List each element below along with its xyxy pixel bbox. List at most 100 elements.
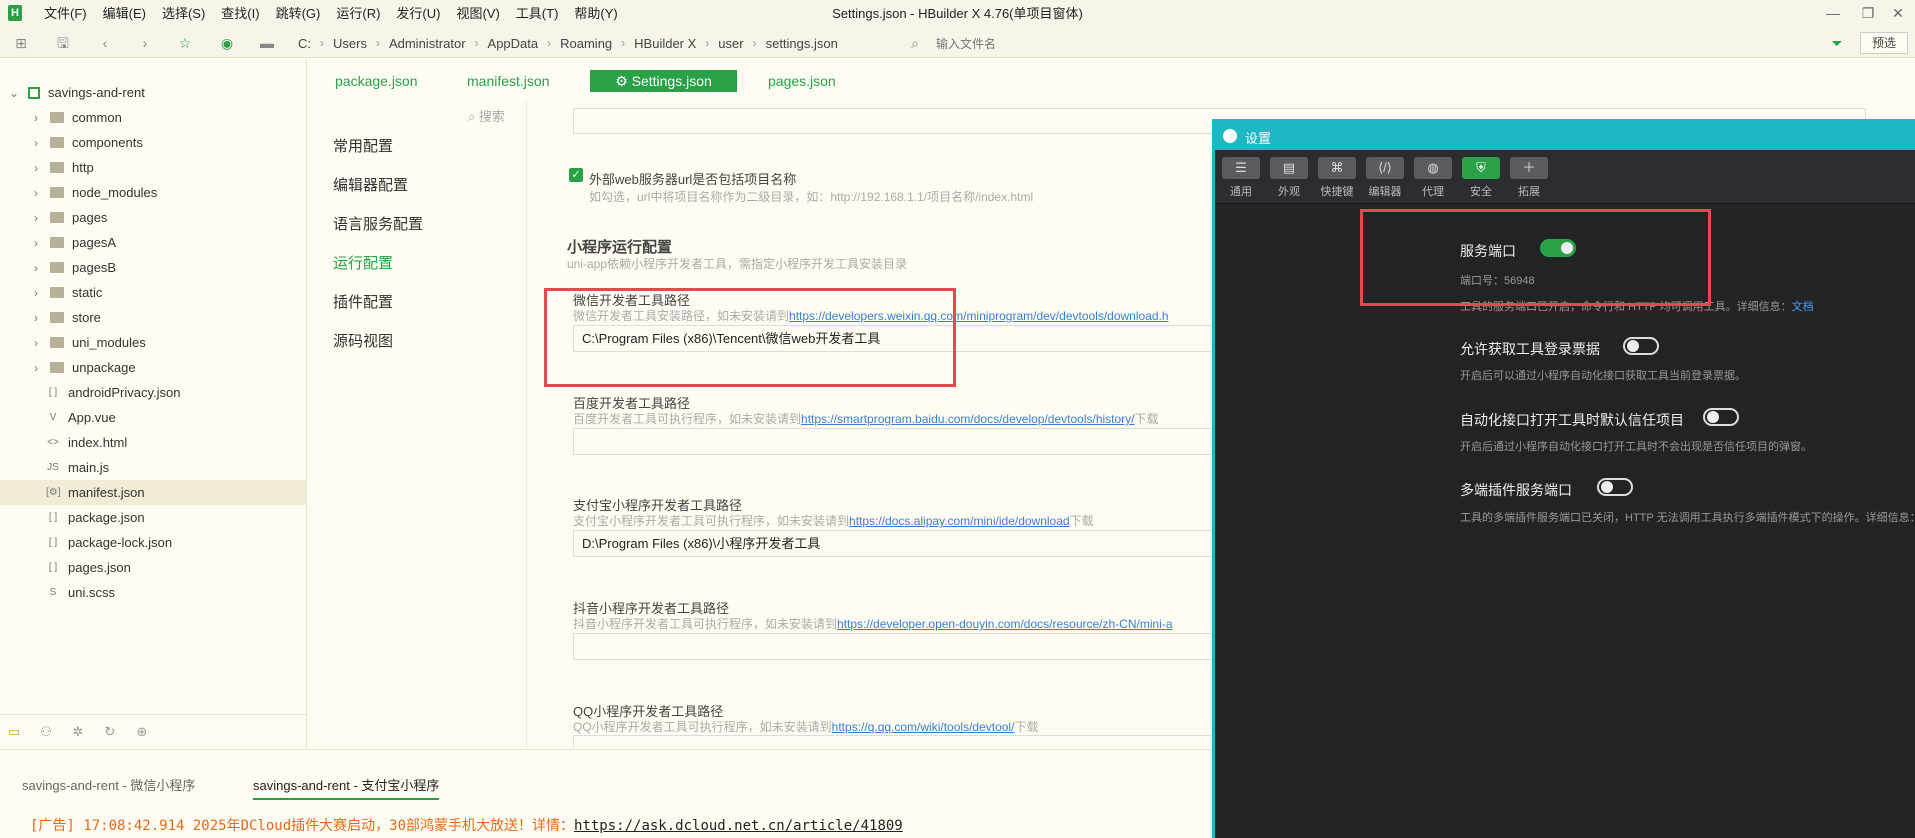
tab-manifest-json[interactable]: manifest.json (467, 70, 549, 92)
tree-folder[interactable]: › static (0, 280, 306, 305)
login-ticket-toggle[interactable] (1623, 337, 1659, 355)
tree-file[interactable]: [ ] package-lock.json (0, 530, 306, 555)
menu-find[interactable]: 查找(I) (213, 0, 267, 28)
settings-search[interactable]: ⌕ 搜索 (468, 106, 505, 125)
tool-extensions[interactable]: ＋ 拓展 (1509, 157, 1549, 199)
tool-appearance[interactable]: ▤ 外观 (1269, 157, 1309, 199)
file-label: index.html (68, 435, 128, 450)
tool-editor[interactable]: ⟨/⟩ 编辑器 (1365, 157, 1405, 199)
baidu-download-link[interactable]: https://smartprogram.baidu.com/docs/deve… (801, 412, 1135, 426)
tree-folder[interactable]: › common (0, 105, 306, 130)
forward-icon[interactable]: › (136, 34, 154, 52)
tree-folder[interactable]: › pages (0, 205, 306, 230)
console-ad-link[interactable]: https://ask.dcloud.net.cn/article/41809 (574, 818, 903, 834)
console-tab-weixin[interactable]: savings-and-rent - 微信小程序 (22, 775, 195, 794)
tree-file[interactable]: [ ] package.json (0, 505, 306, 530)
folder-icon (50, 112, 64, 123)
tab-settings-json[interactable]: ⚙ Settings.json (590, 70, 737, 92)
tree-folder[interactable]: › uni_modules (0, 330, 306, 355)
tree-file[interactable]: V App.vue (0, 405, 306, 430)
file-search-input[interactable] (932, 33, 1812, 54)
minimize-button[interactable]: — (1815, 0, 1851, 28)
nav-source-view[interactable]: 源码视图 (333, 330, 393, 351)
menu-help[interactable]: 帮助(Y) (566, 0, 625, 28)
breadcrumb-item[interactable]: Users (333, 36, 367, 51)
tree-folder[interactable]: › store (0, 305, 306, 330)
chevron-right-icon: › (34, 160, 38, 175)
chevron-right-icon: › (34, 335, 38, 350)
alipay-path-input[interactable]: D:\Program Files (x86)\小程序开发者工具 (573, 530, 1213, 557)
filter-icon[interactable]: ⏷ (1828, 34, 1846, 52)
source-control-icon[interactable]: ↻ (102, 724, 118, 740)
tree-file[interactable]: <> index.html (0, 430, 306, 455)
run-icon[interactable]: ◉ (218, 34, 236, 52)
tool-shortcuts[interactable]: ⌘ 快捷键 (1317, 157, 1357, 199)
alipay-download-link[interactable]: https://docs.alipay.com/mini/ide/downloa… (849, 514, 1070, 528)
baidu-path-input[interactable] (573, 428, 1213, 455)
menu-tools[interactable]: 工具(T) (508, 0, 567, 28)
breadcrumb-item[interactable]: settings.json (766, 36, 838, 51)
file-icon: [ ] (48, 387, 58, 398)
breadcrumb-item[interactable]: AppData (488, 36, 539, 51)
back-icon[interactable]: ‹ (96, 34, 114, 52)
tree-file[interactable]: JS main.js (0, 455, 306, 480)
breadcrumb-item[interactable]: HBuilder X (634, 36, 696, 51)
tree-folder[interactable]: › pagesA (0, 230, 306, 255)
menu-run[interactable]: 运行(R) (328, 0, 388, 28)
explorer-icon[interactable]: ▭ (6, 724, 22, 740)
tree-folder[interactable]: › pagesB (0, 255, 306, 280)
project-root[interactable]: ⌄ savings-and-rent (0, 80, 306, 105)
file-label: main.js (68, 460, 110, 475)
menu-publish[interactable]: 发行(U) (388, 0, 448, 28)
menu-edit[interactable]: 编辑(E) (95, 0, 154, 28)
nav-language-service[interactable]: 语言服务配置 (333, 213, 423, 234)
tool-proxy[interactable]: ◍ 代理 (1413, 157, 1453, 199)
tree-folder[interactable]: › http (0, 155, 306, 180)
nav-run[interactable]: 运行配置 (333, 252, 393, 273)
file-label: package.json (68, 510, 145, 525)
close-button[interactable]: ✕ (1880, 0, 1915, 28)
tree-file[interactable]: Suni.scss (0, 580, 306, 605)
tool-general[interactable]: ☰ 通用 (1221, 157, 1261, 199)
docs-link[interactable]: 文档 (1792, 301, 1814, 313)
new-file-icon[interactable]: ⊞ (12, 34, 30, 52)
tree-folder[interactable]: › unpackage (0, 355, 306, 380)
menu-select[interactable]: 选择(S) (154, 0, 213, 28)
menu-file[interactable]: 文件(F) (36, 0, 95, 28)
include-project-name-checkbox[interactable]: ✓ (569, 168, 583, 182)
tab-pages-json[interactable]: pages.json (768, 70, 836, 92)
tab-package-json[interactable]: package.json (335, 70, 418, 92)
menu-goto[interactable]: 跳转(G) (268, 0, 329, 28)
menu-view[interactable]: 视图(V) (448, 0, 507, 28)
trust-project-toggle[interactable] (1703, 408, 1739, 426)
douyin-download-link[interactable]: https://developer.open-douyin.com/docs/r… (837, 617, 1173, 631)
breadcrumb-item[interactable]: Administrator (389, 36, 466, 51)
extensions-icon[interactable]: ⊕ (134, 724, 150, 740)
tree-file[interactable]: [⚙] manifest.json (0, 480, 306, 505)
tree-folder[interactable]: › components (0, 130, 306, 155)
save-icon[interactable]: 🖫 (54, 34, 72, 52)
breadcrumb-item[interactable]: Roaming (560, 36, 612, 51)
wechat-devtools-icon (1223, 129, 1237, 143)
multi-plugin-port-toggle[interactable] (1597, 478, 1633, 496)
tree-file[interactable]: [ ] androidPrivacy.json (0, 380, 306, 405)
tree-file[interactable]: [ ] pages.json (0, 555, 306, 580)
nav-editor[interactable]: 编辑器配置 (333, 174, 408, 195)
nav-plugin[interactable]: 插件配置 (333, 291, 393, 312)
plugin-icon[interactable]: ⚇ (38, 724, 54, 740)
file-icon: <> (47, 437, 59, 448)
login-ticket-title: 允许获取工具登录票据 (1460, 341, 1600, 357)
qq-download-link[interactable]: https://q.qq.com/wiki/tools/devtool/ (832, 720, 1015, 734)
star-icon[interactable]: ☆ (176, 34, 194, 52)
debug-icon[interactable]: ✲ (70, 724, 86, 740)
tool-security[interactable]: ⛨ 安全 (1461, 157, 1501, 199)
tree-folder[interactable]: › node_modules (0, 180, 306, 205)
preview-button[interactable]: 预选 (1860, 32, 1908, 54)
console-tab-alipay[interactable]: savings-and-rent - 支付宝小程序 (253, 775, 440, 800)
nav-common[interactable]: 常用配置 (333, 135, 393, 156)
breadcrumb-item[interactable]: C: (298, 36, 311, 51)
menu-bar: 文件(F) 编辑(E) 选择(S) 查找(I) 跳转(G) 运行(R) 发行(U… (36, 0, 626, 28)
breadcrumb-item[interactable]: user (718, 36, 743, 51)
douyin-path-input[interactable] (573, 633, 1213, 660)
qq-path-input[interactable] (573, 735, 1213, 749)
